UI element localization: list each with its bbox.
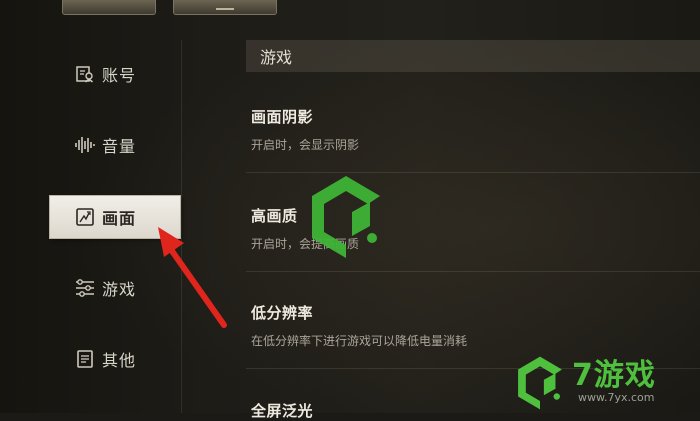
setting-low-resolution[interactable]: 低分辨率 在低分辨率下进行游戏可以降低电量消耗	[251, 302, 700, 349]
section-header: 游戏	[246, 40, 700, 72]
divider	[246, 271, 700, 272]
sidebar-item-label: 账号	[102, 66, 137, 85]
setting-title: 画面阴影	[251, 108, 314, 126]
sidebar-item-label: 其他	[102, 351, 137, 370]
account-icon	[74, 63, 96, 85]
watermark-brand: 7游戏	[572, 358, 656, 393]
top-thumbnail-left[interactable]	[62, 0, 156, 15]
section-title: 游戏	[260, 48, 293, 67]
sliders-icon	[74, 277, 96, 299]
watermark-logo-icon	[312, 176, 380, 258]
watermark-brand-icon	[518, 356, 562, 410]
sidebar-item-label: 游戏	[102, 280, 137, 299]
sidebar-item-volume[interactable]: 音量	[50, 124, 180, 166]
sidebar-item-label: 音量	[102, 137, 137, 156]
display-icon	[74, 206, 96, 228]
document-icon	[74, 348, 96, 370]
watermark: 7游戏 www.7yx.com	[512, 350, 700, 413]
setting-title: 低分辨率	[251, 304, 314, 322]
sidebar-item-label: 画面	[102, 209, 137, 228]
sidebar-item-account[interactable]: 账号	[50, 53, 180, 95]
setting-description: 开启时，会显示阴影	[251, 138, 360, 152]
volume-icon	[74, 134, 96, 156]
top-thumbnail-right[interactable]	[173, 0, 277, 15]
setting-shadow[interactable]: 画面阴影 开启时，会显示阴影	[251, 106, 700, 153]
watermark-url: www.7yx.com	[578, 391, 655, 404]
red-arrow-annotation	[158, 227, 227, 328]
setting-description: 在低分辨率下进行游戏可以降低电量消耗	[251, 334, 468, 348]
sidebar-item-other[interactable]: 其他	[50, 338, 180, 380]
